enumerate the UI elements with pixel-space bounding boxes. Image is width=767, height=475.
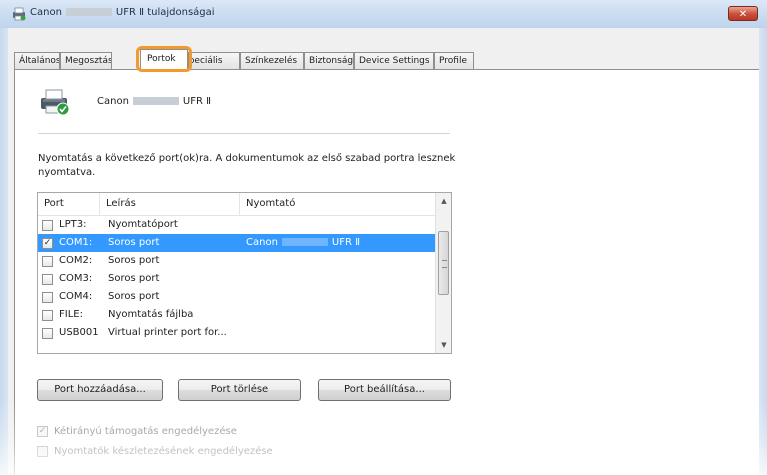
title-bar[interactable]: Canon UFR Ⅱ tulajdonságai ✕ — [0, 0, 767, 28]
scroll-up-icon[interactable]: ▲ — [436, 193, 451, 209]
port-description: Nyomtatóport — [108, 219, 178, 230]
column-header-port[interactable]: Port — [38, 193, 100, 215]
redacted-model — [65, 8, 112, 16]
port-checkbox[interactable] — [42, 328, 53, 339]
port-name: COM1: — [59, 237, 93, 248]
window-frame-left — [0, 28, 8, 475]
bidirectional-support-checkbox[interactable]: ✓ Kétirányú támogatás engedélyezése — [37, 425, 297, 439]
port-description: Soros port — [108, 237, 160, 248]
delete-port-button[interactable]: Port törlése — [178, 379, 301, 401]
port-checkbox[interactable] — [42, 220, 53, 231]
port-row-com3[interactable]: COM3: Soros port — [38, 270, 435, 288]
tab-device-settings[interactable]: Device Settings — [354, 52, 434, 69]
port-checkbox[interactable]: ✓ — [42, 238, 53, 249]
port-name: COM3: — [59, 273, 93, 284]
window-frame-right — [759, 28, 767, 475]
port-list[interactable]: Port Leírás Nyomtató LPT3: Nyomtatóport … — [37, 192, 452, 354]
tab-biztonsag[interactable]: Biztonság — [304, 52, 354, 69]
title-printer-brand: Canon — [30, 7, 62, 18]
port-description: Virtual printer port for... — [108, 327, 227, 338]
redacted-model — [281, 238, 328, 246]
port-name: USB001 — [59, 327, 99, 338]
port-row-lpt3[interactable]: LPT3: Nyomtatóport — [38, 216, 435, 234]
port-list-header: Port Leírás Nyomtató — [38, 193, 435, 216]
port-printer-brand: Canon — [246, 237, 278, 248]
port-description: Soros port — [108, 273, 160, 284]
port-list-scrollbar[interactable]: ▲ ▼ — [435, 193, 451, 353]
window-title: Canon UFR Ⅱ tulajdonságai — [30, 7, 215, 18]
add-port-button[interactable]: Port hozzáadása... — [37, 379, 163, 401]
title-suffix: UFR Ⅱ tulajdonságai — [115, 7, 215, 18]
port-row-usb001[interactable]: USB001 Virtual printer port for... — [38, 324, 435, 342]
port-name: LPT3: — [59, 219, 87, 230]
port-printer-driver: UFR Ⅱ — [331, 237, 361, 248]
checkmark-icon: ✓ — [38, 426, 47, 436]
tab-szinkezeles[interactable]: Színkezelés — [240, 52, 304, 69]
column-header-leiras[interactable]: Leírás — [100, 193, 240, 215]
port-row-com4[interactable]: COM4: Soros port — [38, 288, 435, 306]
tab-megosztas[interactable]: Megosztás — [60, 52, 112, 69]
checkmark-icon: ✓ — [43, 238, 52, 248]
port-checkbox[interactable] — [42, 256, 53, 267]
printer-brand: Canon — [97, 96, 129, 107]
separator-line — [38, 133, 450, 134]
printer-properties-window: Canon UFR Ⅱ tulajdonságai ✕ Általános Meg… — [0, 0, 767, 475]
checkbox-box[interactable]: ✓ — [37, 426, 48, 437]
redacted-model — [132, 97, 179, 105]
scrollbar-grip — [442, 260, 447, 268]
port-checkbox[interactable] — [42, 274, 53, 285]
port-description: Soros port — [108, 255, 160, 266]
printer-driver: UFR Ⅱ — [182, 96, 212, 107]
column-header-nyomtato[interactable]: Nyomtató — [240, 193, 435, 215]
port-checkbox[interactable] — [42, 292, 53, 303]
configure-port-button[interactable]: Port beállítása... — [318, 379, 451, 401]
port-row-com1[interactable]: ✓ COM1: Soros port Canon UFR Ⅱ — [38, 234, 435, 252]
checkbox-box[interactable] — [37, 446, 48, 457]
port-description: Nyomtatás fájlba — [108, 309, 194, 320]
port-name: COM4: — [59, 291, 93, 302]
printer-pooling-label: Nyomtatók készletezésének engedélyezése — [54, 446, 273, 457]
close-button[interactable]: ✕ — [728, 6, 758, 21]
port-description: Soros port — [108, 291, 160, 302]
port-checkbox[interactable] — [42, 310, 53, 321]
port-name: COM2: — [59, 255, 93, 266]
printer-pooling-checkbox[interactable]: Nyomtatók készletezésének engedélyezése — [37, 445, 317, 459]
tab-strip: Általános Megosztás Portok Speciális Szí… — [14, 49, 759, 70]
ports-description: Nyomtatás a következő port(ok)ra. A doku… — [38, 153, 456, 178]
printer-name: Canon UFR Ⅱ — [97, 96, 211, 107]
port-name: FILE: — [59, 309, 83, 320]
tab-altalanos[interactable]: Általános — [14, 52, 60, 69]
port-row-file[interactable]: FILE: Nyomtatás fájlba — [38, 306, 435, 324]
close-icon: ✕ — [738, 9, 748, 20]
tab-highlight-callout — [136, 46, 192, 72]
scroll-down-icon[interactable]: ▼ — [436, 337, 451, 353]
bidirectional-support-label: Kétirányú támogatás engedélyezése — [54, 426, 237, 437]
port-printer: Canon UFR Ⅱ — [246, 234, 434, 252]
tab-specialis[interactable]: Speciális — [188, 52, 240, 69]
port-row-com2[interactable]: COM2: Soros port — [38, 252, 435, 270]
scrollbar-thumb[interactable] — [438, 231, 449, 295]
tab-profile[interactable]: Profile — [434, 52, 474, 69]
printer-icon — [13, 7, 26, 21]
printer-icon — [41, 89, 70, 116]
